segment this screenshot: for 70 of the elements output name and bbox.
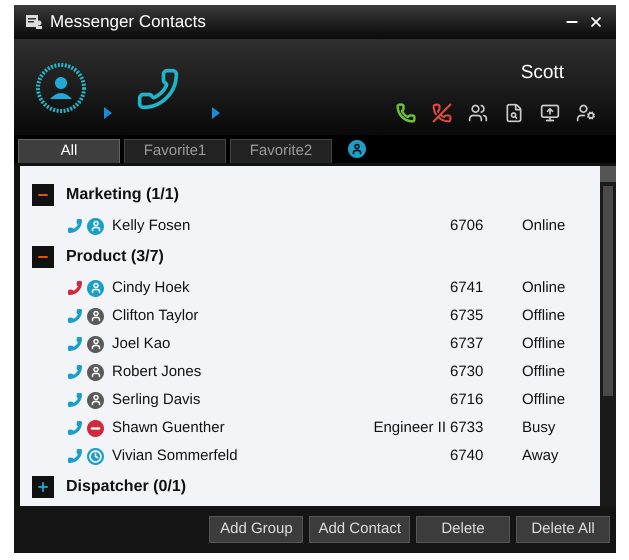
contact-row[interactable]: Cindy Hoek 6741 Online	[32, 274, 584, 302]
phone-icon[interactable]	[67, 336, 83, 352]
close-icon[interactable]	[588, 14, 604, 30]
contact-status: Away	[522, 446, 560, 466]
triangle-icon	[104, 107, 112, 119]
contact-status: Busy	[522, 418, 556, 438]
contact-name: Cindy Hoek	[112, 278, 190, 298]
contact-row[interactable]: Joel Kao 6737 Offline	[32, 330, 584, 358]
phone-icon	[136, 67, 180, 111]
user-ring-icon	[34, 61, 88, 115]
answer-call-icon[interactable]	[396, 103, 416, 123]
hang-up-icon[interactable]	[432, 103, 452, 123]
contact-extension: 6733	[450, 418, 484, 438]
expand-toggle[interactable]	[32, 476, 54, 498]
contact-name: Clifton Taylor	[112, 306, 198, 326]
action-button[interactable]: Delete All	[516, 516, 610, 543]
contact-row[interactable]: Robert Jones 6730 Offline	[32, 358, 584, 386]
plus-icon[interactable]	[36, 480, 50, 494]
window-title: Messenger Contacts	[50, 11, 206, 34]
contact-name: Kelly Fosen	[112, 216, 190, 236]
action-button[interactable]: Add Group	[209, 516, 304, 543]
phone-icon[interactable]	[67, 364, 83, 380]
group-name: Product (3/7)	[66, 247, 164, 267]
action-button[interactable]: Add Contact	[309, 516, 410, 543]
phone-icon[interactable]	[67, 308, 83, 324]
tab[interactable]: Favorite1	[124, 139, 226, 163]
user-icon[interactable]	[348, 140, 366, 158]
contact-status: Offline	[522, 390, 566, 410]
contact-row[interactable]: Kelly Fosen 6706 Online	[32, 212, 584, 240]
tab[interactable]: Favorite2	[230, 139, 332, 163]
contact-extension: 6735	[450, 306, 484, 326]
tab[interactable]: All	[18, 139, 120, 163]
contact-row[interactable]: Shawn Guenther Engineer II 6733 Busy	[32, 414, 584, 442]
contact-name: Robert Jones	[112, 362, 202, 382]
contact-name: Joel Kao	[112, 334, 170, 354]
contact-name: Shawn Guenther	[112, 418, 225, 438]
contact-name: Vivian Sommerfeld	[112, 446, 238, 466]
contact-extension: 6740	[450, 446, 484, 466]
contact-row[interactable]: Vivian Sommerfeld 6740 Away	[32, 442, 584, 470]
contact-status: Offline	[522, 306, 566, 326]
contact-name: Serling Davis	[112, 390, 200, 410]
contact-extension: 6716	[450, 390, 484, 410]
action-button[interactable]: Delete	[416, 516, 510, 543]
collapse-toggle[interactable]	[32, 184, 54, 206]
contacts-list-icon	[26, 15, 42, 29]
user-settings-icon[interactable]	[576, 103, 596, 123]
phone-icon[interactable]	[67, 218, 83, 234]
scrollbar[interactable]	[600, 166, 616, 506]
contact-row[interactable]: Clifton Taylor 6735 Offline	[32, 302, 584, 330]
contact-status: Offline	[522, 334, 566, 354]
phone-icon[interactable]	[67, 448, 83, 464]
contact-status: Online	[522, 216, 566, 236]
contact-extension: 6730	[450, 362, 484, 382]
phone-icon[interactable]	[67, 420, 83, 436]
contact-status: Online	[522, 278, 566, 298]
contacts-icon[interactable]	[468, 103, 488, 123]
group-name: Marketing (1/1)	[66, 185, 179, 205]
collapse-toggle[interactable]	[32, 246, 54, 268]
triangle-icon	[212, 107, 220, 119]
contact-extension: 6706	[450, 216, 484, 236]
contact-row[interactable]: Serling Davis 6716 Offline	[32, 386, 584, 414]
search-icon[interactable]	[504, 103, 524, 123]
contact-extension: 6741	[450, 278, 484, 298]
contact-title: Engineer II	[373, 418, 446, 438]
contact-extension: 6737	[450, 334, 484, 354]
phone-icon[interactable]	[67, 280, 83, 296]
user-name: Scott	[520, 60, 564, 84]
contact-status: Offline	[522, 362, 566, 382]
phone-icon[interactable]	[67, 392, 83, 408]
group-name: Dispatcher (0/1)	[66, 477, 186, 497]
